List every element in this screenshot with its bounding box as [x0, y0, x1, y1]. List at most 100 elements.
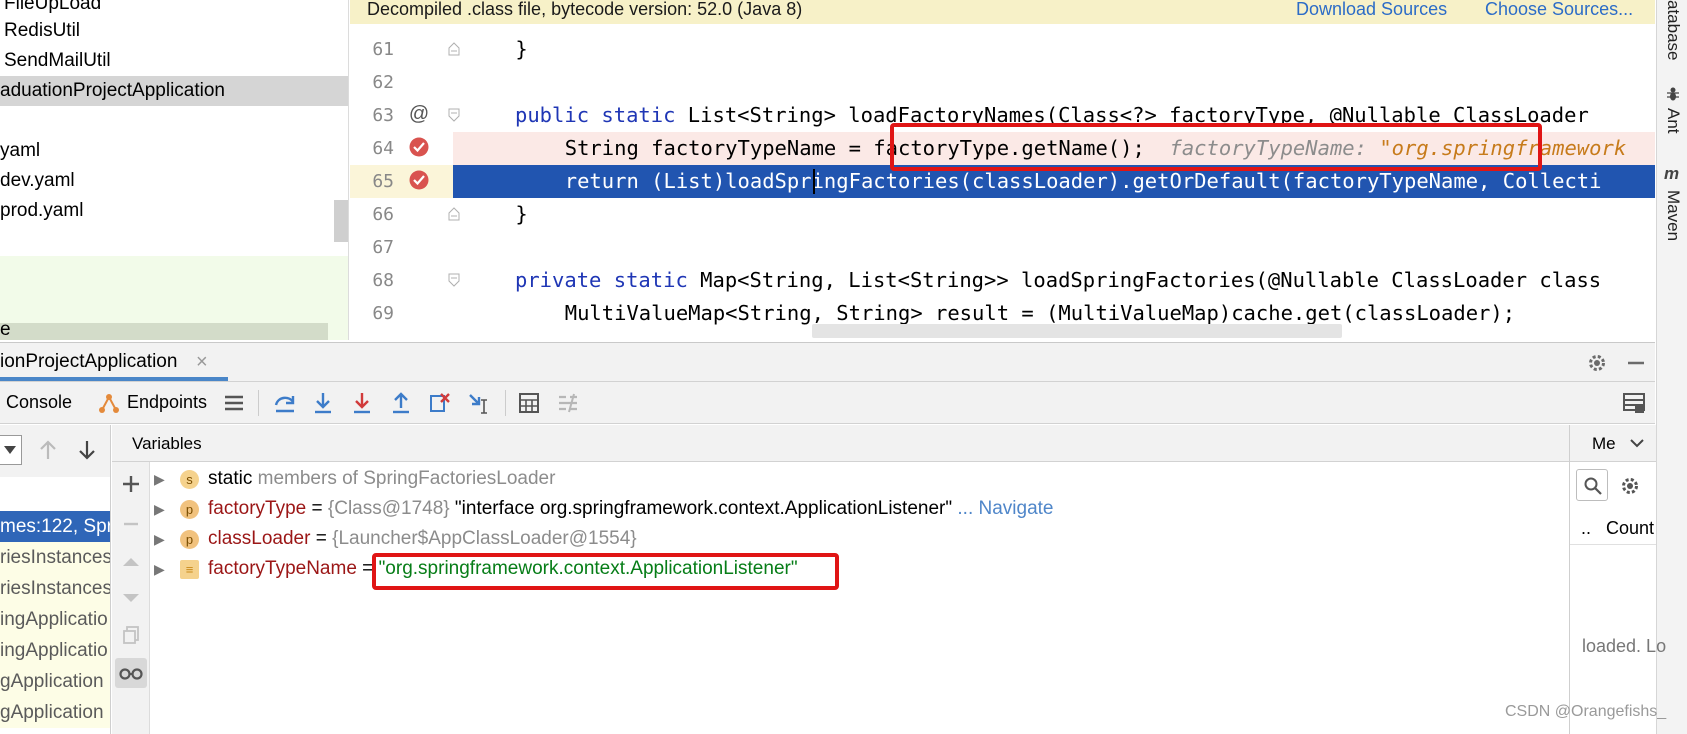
- toolbar-divider: [505, 390, 506, 416]
- editor-horizontal-scrollbar[interactable]: [812, 324, 1342, 338]
- fold-end-icon[interactable]: [448, 207, 460, 221]
- caret: [813, 169, 815, 194]
- project-vertical-scrollbar[interactable]: [334, 200, 348, 242]
- code-line-68: private static Map<String, List<String>>…: [515, 264, 1601, 297]
- stack-frame[interactable]: ingApplicatio: [0, 604, 110, 635]
- stack-frame[interactable]: gApplication: [0, 697, 110, 728]
- variable-detail: members of SpringFactoriesLoader: [252, 468, 556, 489]
- trace-stream-icon[interactable]: [556, 391, 580, 415]
- arrow-up-icon[interactable]: [38, 439, 58, 461]
- chevron-down-icon: [4, 446, 16, 454]
- expand-arrow-icon[interactable]: ▶: [154, 464, 165, 494]
- memory-status-text: loaded. Lo: [1582, 636, 1667, 656]
- step-out-icon[interactable]: [389, 391, 413, 415]
- endpoints-tab[interactable]: Endpoints: [127, 392, 207, 413]
- variable-value: "interface org.springframework.context.A…: [454, 498, 953, 519]
- stack-frame[interactable]: gApplication: [0, 666, 110, 697]
- breakpoint-icon[interactable]: [408, 136, 430, 158]
- stack-frame-label: gApplication: [0, 702, 104, 723]
- move-down-icon[interactable]: [121, 588, 141, 608]
- line-number: 62: [372, 72, 394, 93]
- download-sources-link[interactable]: Download Sources: [1296, 0, 1447, 18]
- highlight-box: [890, 123, 1542, 171]
- chevron-down-icon[interactable]: [1630, 439, 1644, 448]
- implements-marker-icon[interactable]: @: [408, 103, 430, 125]
- show-watches-toggle[interactable]: [115, 658, 147, 688]
- ant-tool-tab[interactable]: Ant: [1663, 108, 1683, 134]
- count-column-header[interactable]: Count: [1606, 518, 1654, 539]
- fold-start-icon[interactable]: [448, 108, 460, 122]
- evaluate-expression-icon[interactable]: [517, 391, 541, 415]
- line-number: 61: [372, 39, 394, 60]
- stack-frame-label: ingApplicatio: [0, 609, 108, 630]
- expand-arrow-icon[interactable]: ▶: [154, 524, 165, 554]
- tree-item[interactable]: yaml: [0, 136, 348, 166]
- variable-type: {Launcher$AppClassLoader@1554}: [332, 528, 637, 549]
- step-over-icon[interactable]: [273, 391, 297, 415]
- thread-selector[interactable]: [0, 435, 22, 465]
- navigate-link[interactable]: ... Navigate: [952, 498, 1053, 519]
- debug-session-tabbar: ionProjectApplication ×: [0, 342, 1655, 382]
- tree-item-label: RedisUtil: [4, 20, 81, 41]
- menu-icon[interactable]: [222, 391, 246, 415]
- add-watch-icon[interactable]: [121, 474, 141, 494]
- layout-settings-icon[interactable]: [1622, 391, 1646, 415]
- glasses-icon: [119, 668, 143, 680]
- keyword: public: [515, 103, 590, 127]
- fold-start-icon[interactable]: [448, 273, 460, 287]
- watermark: CSDN @Orangefishs_: [1505, 703, 1667, 720]
- fold-end-icon[interactable]: [448, 42, 460, 56]
- move-up-icon[interactable]: [121, 552, 141, 572]
- stack-frame-label: ingApplicatio: [0, 640, 108, 661]
- gear-icon[interactable]: [1619, 475, 1641, 497]
- tree-item-selected[interactable]: aduationProjectApplication: [0, 76, 348, 106]
- stack-frame[interactable]: riesInstances: [0, 573, 110, 604]
- tree-item[interactable]: prod.yaml: [0, 196, 348, 226]
- code-editor[interactable]: Decompiled .class file, bytecode version…: [350, 0, 1655, 340]
- stack-frame-label: gApplication: [0, 671, 104, 692]
- maven-tool-tab[interactable]: Maven: [1663, 190, 1683, 241]
- stack-frame-selected[interactable]: mes:122, Spri: [0, 511, 110, 542]
- endpoints-icon: [99, 394, 119, 413]
- choose-sources-link[interactable]: Choose Sources...: [1485, 0, 1633, 18]
- frames-toolbar: [0, 425, 110, 477]
- memory-tab[interactable]: Me: [1570, 425, 1656, 462]
- remove-watch-icon[interactable]: [121, 514, 141, 534]
- memory-search-input[interactable]: [1576, 469, 1608, 501]
- variables-side-toolbar: [112, 462, 150, 734]
- ant-icon: [1667, 87, 1679, 101]
- memory-panel: Me .. Count loaded. Lo: [1569, 425, 1666, 734]
- column-resize-dots: ..: [1581, 518, 1592, 538]
- gear-icon[interactable]: [1586, 352, 1608, 374]
- tree-item[interactable]: dev.yaml: [0, 166, 348, 196]
- tree-item-label: yaml: [0, 140, 41, 161]
- stack-frame[interactable]: riesInstances: [0, 542, 110, 573]
- run-to-cursor-icon[interactable]: [467, 391, 491, 415]
- tree-item[interactable]: RedisUtil: [0, 16, 348, 46]
- frames-panel: mes:122, Spri riesInstances riesInstance…: [0, 425, 111, 734]
- console-tab[interactable]: Console: [6, 392, 72, 413]
- expand-arrow-icon[interactable]: ▶: [154, 554, 165, 584]
- arrow-down-icon[interactable]: [77, 439, 97, 461]
- line-number: 65: [372, 171, 394, 192]
- variable-name: classLoader: [208, 528, 311, 549]
- expand-arrow-icon[interactable]: ▶: [154, 494, 165, 524]
- step-into-icon[interactable]: [311, 391, 335, 415]
- maven-icon: m: [1664, 164, 1680, 183]
- force-step-into-icon[interactable]: [350, 391, 374, 415]
- variables-tree: ▶ s static members of SpringFactoriesLoa…: [150, 462, 1569, 734]
- variables-header: Variables: [112, 425, 1569, 462]
- stack-frame[interactable]: ingApplicatio: [0, 635, 110, 666]
- tree-item[interactable]: SendMailUtil: [0, 46, 348, 76]
- breakpoint-icon[interactable]: [408, 169, 430, 191]
- debug-session-tab[interactable]: ionProjectApplication ×: [0, 343, 228, 381]
- line-number: 68: [372, 270, 394, 291]
- close-icon[interactable]: ×: [196, 343, 208, 381]
- minimize-icon[interactable]: [1625, 352, 1647, 374]
- database-tool-tab[interactable]: atabase: [1663, 0, 1683, 61]
- code-line-66: }: [466, 202, 528, 226]
- copy-icon[interactable]: [121, 625, 141, 645]
- decompiled-banner: Decompiled .class file, bytecode version…: [350, 0, 1655, 24]
- project-horizontal-scrollbar[interactable]: e: [0, 319, 328, 340]
- drop-frame-icon[interactable]: [428, 391, 452, 415]
